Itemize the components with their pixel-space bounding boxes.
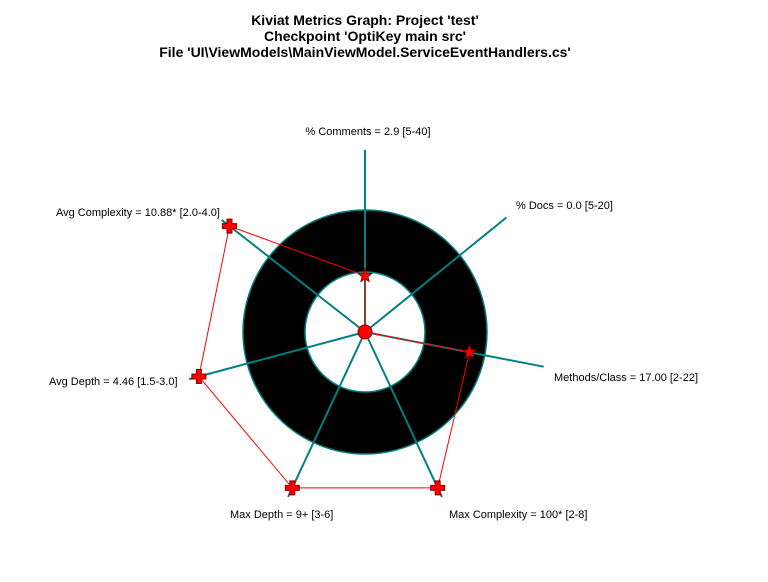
axis-label-layer: % Comments = 2.9 [5-40] % Docs = 0.0 [5-2… bbox=[49, 126, 698, 521]
axis-label-5: Max Depth = 9+ [3-6] bbox=[230, 509, 333, 521]
axis-label-2: % Docs = 0.0 [5-20] bbox=[516, 200, 613, 212]
cross-marker-5 bbox=[284, 480, 300, 496]
chart-title-line-1: Kiviat Metrics Graph: Project 'test' bbox=[251, 12, 479, 28]
axis-label-7: Avg Complexity = 10.88* [2.0-4.0] bbox=[56, 207, 220, 219]
axis-label-1: % Comments = 2.9 [5-40] bbox=[305, 126, 430, 138]
chart-title-line-2: Checkpoint 'OptiKey main src' bbox=[264, 28, 466, 44]
axis-label-4: Max Complexity = 100* [2-8] bbox=[449, 509, 587, 521]
cross-marker-4 bbox=[430, 480, 446, 496]
chart-title-line-3: File 'UI\ViewModels\MainViewModel.Servic… bbox=[159, 44, 571, 60]
axis-label-6: Avg Depth = 4.46 [1.5-3.0] bbox=[49, 376, 178, 388]
cross-marker-6 bbox=[191, 369, 207, 385]
kiviat-chart: Kiviat Metrics Graph: Project 'test' Che… bbox=[49, 12, 698, 521]
axis-label-3: Methods/Class = 17.00 [2-22] bbox=[554, 372, 698, 384]
center-dot bbox=[357, 324, 373, 340]
